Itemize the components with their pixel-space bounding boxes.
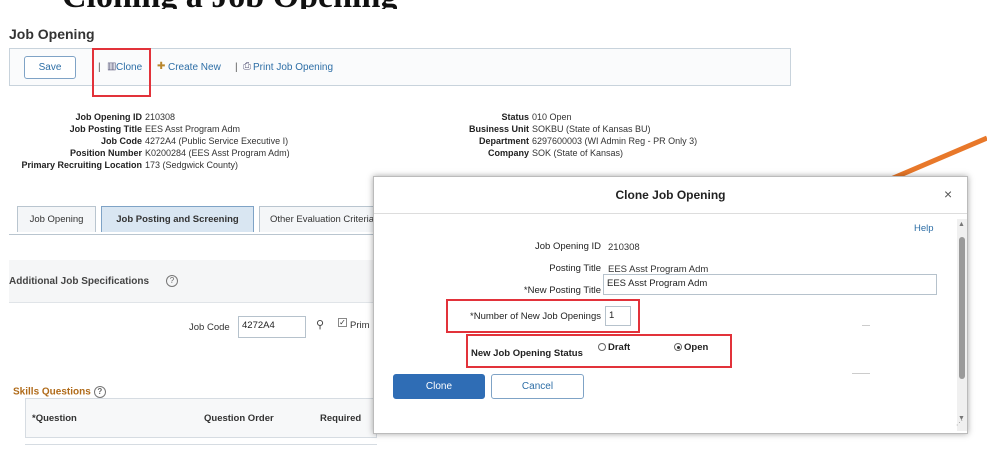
- primary-location-label: Primary Recruiting Location: [21, 160, 142, 170]
- new-posting-title-label: *New Posting Title: [523, 285, 601, 296]
- section-title: Additional Job Specifications: [9, 276, 150, 287]
- scroll-up-icon[interactable]: ▲: [958, 221, 965, 228]
- search-icon[interactable]: ⚲: [316, 318, 324, 331]
- position-number-value: K0200284 (EES Asst Program Adm): [145, 148, 290, 158]
- help-link[interactable]: Help: [914, 223, 934, 234]
- divider: [862, 325, 870, 326]
- job-code-input[interactable]: 4272A4: [238, 316, 306, 338]
- section-header: Additional Job Specifications ?: [9, 260, 379, 303]
- cancel-button[interactable]: Cancel: [491, 374, 584, 399]
- cropped-heading-text: Cloning a Job Opening: [62, 0, 397, 9]
- clone-highlight-box: [92, 48, 151, 97]
- toolbar-separator: |: [235, 62, 238, 73]
- job-posting-title-label: Job Posting Title: [69, 124, 142, 134]
- section-job-code-label: Job Code: [189, 322, 230, 333]
- page-title: Job Opening: [9, 26, 95, 42]
- divider: [852, 373, 870, 374]
- resize-handle-icon[interactable]: ⋰: [956, 419, 963, 427]
- help-icon[interactable]: ?: [93, 386, 106, 398]
- job-opening-id-value: 210308: [145, 112, 176, 122]
- scrollbar-thumb[interactable]: [959, 237, 965, 379]
- print-icon: ⎙: [243, 61, 251, 72]
- print-job-opening-link[interactable]: Print Job Opening: [253, 62, 333, 73]
- skills-questions-title: Skills Questions?: [13, 386, 106, 398]
- skills-table-header: *Question Question Order Required: [25, 398, 377, 438]
- help-icon[interactable]: ?: [166, 275, 178, 287]
- status-label: Status: [501, 112, 529, 122]
- save-button[interactable]: Save: [24, 56, 76, 79]
- create-new-link[interactable]: Create New: [168, 62, 221, 73]
- table-row: [25, 444, 377, 455]
- job-posting-title-value: EES Asst Program Adm: [145, 124, 241, 134]
- business-unit-value: SOKBU (State of Kansas BU): [532, 124, 651, 134]
- tab-job-posting-and-screening[interactable]: Job Posting and Screening: [101, 206, 254, 232]
- department-value: 6297600003 (WI Admin Reg - PR Only 3): [532, 136, 698, 146]
- skills-questions-title-text: Skills Questions: [13, 386, 91, 398]
- prim-label: Prim: [350, 320, 370, 331]
- tab-other-evaluation-criteria[interactable]: Other Evaluation Criteria: [259, 206, 389, 232]
- tab-job-opening[interactable]: Job Opening: [17, 206, 96, 232]
- tab-underline: [9, 234, 379, 235]
- modal-job-opening-id-value: 210308: [608, 242, 640, 253]
- tab-bar: Job Opening Job Posting and Screening Ot…: [9, 206, 389, 234]
- status-value: 010 Open: [532, 112, 572, 122]
- close-icon[interactable]: ×: [944, 186, 952, 202]
- column-required: Required: [320, 413, 362, 424]
- primary-location-value: 173 (Sedgwick County): [145, 160, 239, 170]
- job-opening-id-label: Job Opening ID: [75, 112, 143, 122]
- modal-job-opening-id-label: Job Opening ID: [534, 241, 601, 252]
- department-label: Department: [478, 136, 529, 146]
- job-code-label: Job Code: [100, 136, 142, 146]
- dialog-scrollbar[interactable]: ▲ ▼: [957, 219, 967, 431]
- status-highlight: [466, 334, 732, 368]
- company-label: Company: [487, 148, 529, 158]
- position-number-label: Position Number: [69, 148, 142, 158]
- number-of-openings-highlight: [446, 299, 640, 333]
- cropped-heading: Cloning a Job Opening: [0, 0, 987, 9]
- business-unit-label: Business Unit: [468, 124, 529, 134]
- create-new-icon: ✚: [157, 61, 166, 72]
- company-value: SOK (State of Kansas): [532, 148, 624, 158]
- posting-title-label: Posting Title: [549, 263, 601, 274]
- checkbox-icon[interactable]: ✓: [338, 318, 347, 327]
- dialog-header: Clone Job Opening ×: [374, 177, 967, 214]
- column-question: *Question: [32, 413, 77, 424]
- dialog-title: Clone Job Opening: [615, 188, 726, 202]
- column-question-order: Question Order: [204, 413, 274, 424]
- clone-button[interactable]: Clone: [393, 374, 485, 399]
- new-posting-title-input[interactable]: EES Asst Program Adm: [603, 274, 937, 295]
- job-code-value: 4272A4 (Public Service Executive I): [145, 136, 289, 146]
